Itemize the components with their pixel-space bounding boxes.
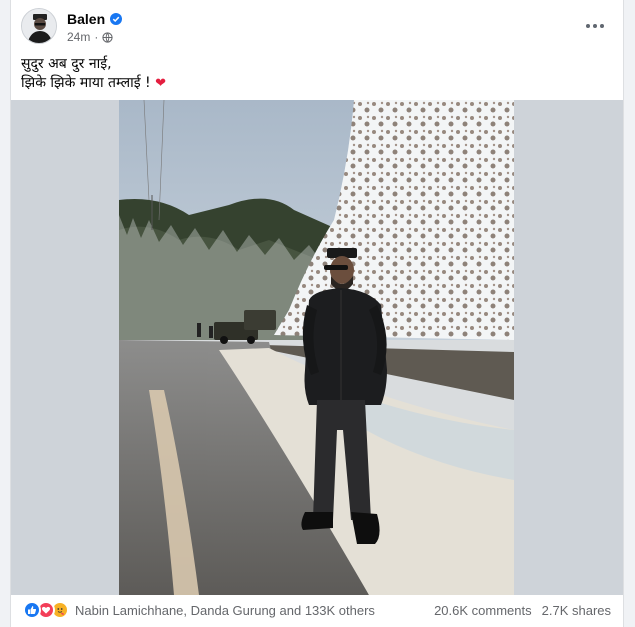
reactions-summary[interactable]: Nabin Lamichhane, Danda Gurung and 133K …: [23, 601, 375, 619]
shares-count[interactable]: 2.7K shares: [542, 603, 611, 618]
globe-icon[interactable]: [102, 31, 113, 43]
media-container: [11, 100, 623, 595]
post-footer: Nabin Lamichhane, Danda Gurung and 133K …: [11, 597, 623, 625]
post-photo[interactable]: [119, 100, 514, 595]
post-text: सुदुर अब दुर नाई, झिके झिके माया तम्लाई …: [21, 55, 166, 93]
comments-count[interactable]: 20.6K comments: [434, 603, 532, 618]
post-text-line-2: झिके झिके माया तम्लाई ! ❤: [21, 74, 166, 93]
post-meta: 24m ·: [67, 30, 113, 44]
post-text-line: झिके झिके माया तम्लाई !: [21, 75, 151, 91]
photo-image: [119, 100, 514, 595]
post-time[interactable]: 24m: [67, 30, 90, 44]
more-options-icon[interactable]: [579, 10, 611, 42]
engagement-counts: 20.6K comments 2.7K shares: [434, 603, 611, 618]
author-name[interactable]: Balen: [67, 11, 105, 27]
verified-badge-icon: [110, 13, 123, 25]
heart-emoji-icon: ❤: [155, 76, 167, 91]
post-card: Balen 24m · सुदुर अब दुर नाई, झिके झिके …: [10, 0, 624, 627]
reactions-text[interactable]: Nabin Lamichhane, Danda Gurung and 133K …: [75, 603, 375, 618]
post-header: Balen 24m ·: [21, 8, 611, 48]
meta-separator: ·: [94, 30, 99, 44]
author-row: Balen: [67, 11, 123, 27]
post-text-line: सुदुर अब दुर नाई,: [21, 56, 112, 72]
author-avatar[interactable]: [21, 8, 57, 44]
like-icon: [23, 601, 41, 619]
